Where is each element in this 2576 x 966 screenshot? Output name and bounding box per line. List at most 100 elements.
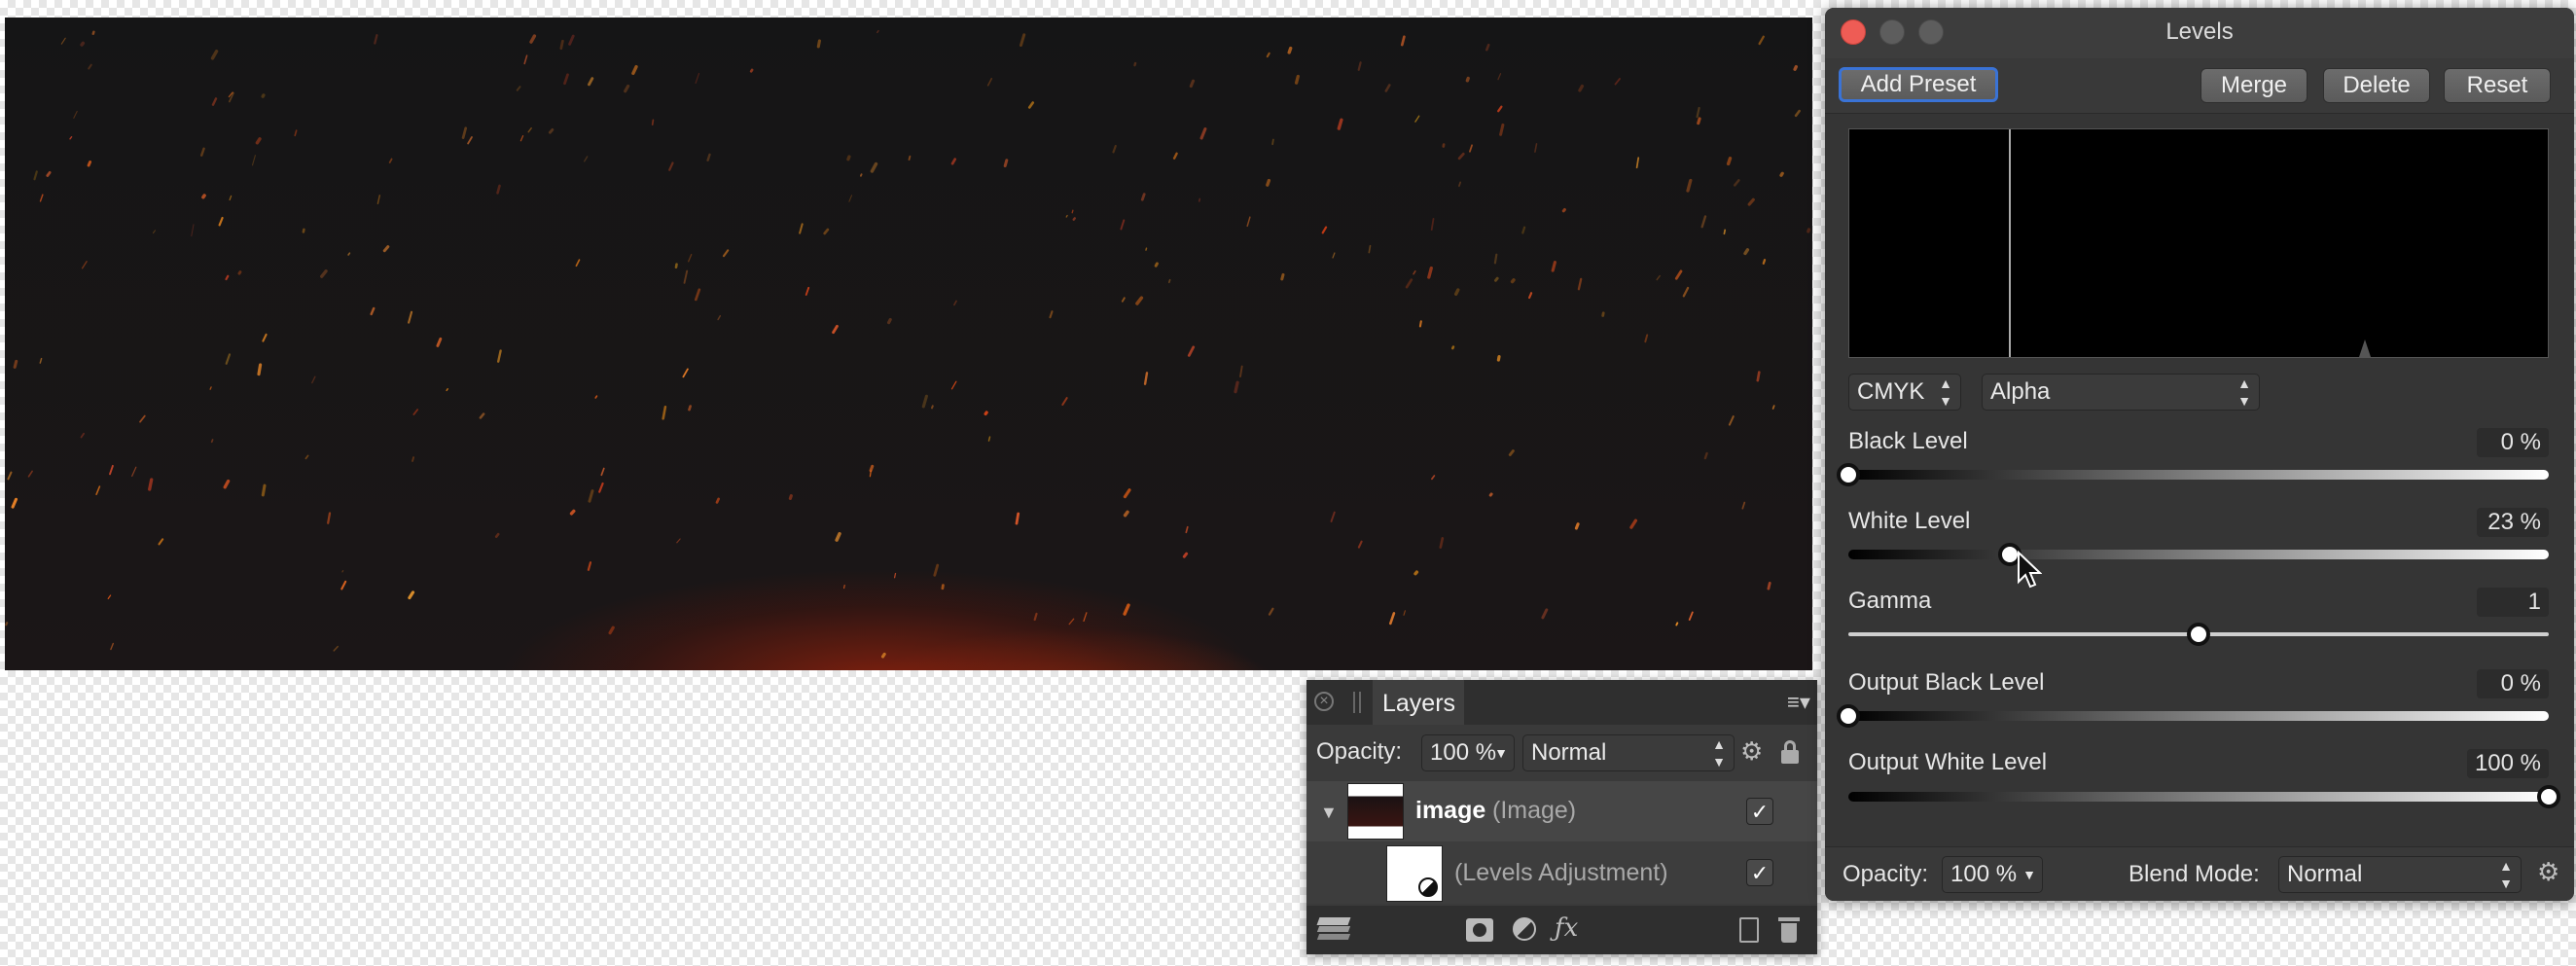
gamma-thumb[interactable] xyxy=(2187,623,2210,646)
spark xyxy=(109,464,114,476)
black-level-value[interactable]: 0 % xyxy=(2477,428,2549,457)
black-level-slider[interactable] xyxy=(1837,463,2549,486)
layer-type: (Levels Adjustment) xyxy=(1454,859,1668,886)
layer-row-image[interactable]: ▼ image (Image) ✓ xyxy=(1306,781,1817,841)
spark xyxy=(81,260,88,269)
spark xyxy=(27,470,33,478)
spark xyxy=(1497,73,1502,81)
channel-select[interactable]: Alpha ▲ ▼ xyxy=(1982,374,2260,411)
new-document-icon[interactable] xyxy=(1739,917,1759,943)
grip-icon[interactable] xyxy=(1353,692,1361,713)
spark xyxy=(1061,397,1068,406)
spark xyxy=(261,483,267,497)
trash-icon[interactable] xyxy=(1778,917,1800,943)
blend-mode-select[interactable]: Normal ▲ ▼ xyxy=(2278,856,2522,893)
spark xyxy=(1049,310,1054,319)
spark xyxy=(568,34,575,46)
opacity-field[interactable]: 100 % ▼ xyxy=(1942,856,2043,893)
output-black-level-value[interactable]: 0 % xyxy=(2477,669,2549,698)
spark xyxy=(11,497,18,509)
spark xyxy=(1003,159,1009,167)
output-white-level-thumb[interactable] xyxy=(2537,785,2560,808)
mask-icon[interactable] xyxy=(1466,918,1493,942)
histogram xyxy=(1848,128,2549,358)
colour-space-select[interactable]: CMYK ▲ ▼ xyxy=(1848,374,1961,411)
spark xyxy=(1403,610,1406,616)
spark xyxy=(73,110,78,119)
spark xyxy=(1027,101,1035,109)
spark xyxy=(311,376,316,384)
spark xyxy=(1700,215,1707,229)
spark xyxy=(5,622,9,626)
layer-visibility-checkbox[interactable]: ✓ xyxy=(1746,798,1773,825)
output-black-level-thumb[interactable] xyxy=(1837,704,1860,728)
layers-bottom-toolbar: ƒx xyxy=(1306,906,1817,954)
spark xyxy=(788,494,793,500)
spark xyxy=(805,286,810,296)
spark xyxy=(158,538,164,546)
spark xyxy=(1413,570,1419,576)
gamma-value[interactable]: 1 xyxy=(2477,588,2549,617)
delete-button[interactable]: Delete xyxy=(2323,68,2430,103)
spark xyxy=(412,409,419,416)
blend-mode-select[interactable]: Normal ▲ ▼ xyxy=(1522,734,1735,771)
output-white-level-slider[interactable] xyxy=(1848,785,2560,808)
spark xyxy=(950,158,957,165)
opacity-field[interactable]: 100 % ▼ xyxy=(1421,734,1515,771)
spark xyxy=(1172,152,1178,160)
spark xyxy=(374,34,378,45)
spark xyxy=(201,194,206,199)
spark xyxy=(107,594,112,600)
spark xyxy=(257,363,263,376)
layer-visibility-checkbox[interactable]: ✓ xyxy=(1746,859,1773,886)
output-black-level-slider[interactable] xyxy=(1837,704,2549,728)
layers-icon[interactable] xyxy=(1316,917,1351,941)
spark xyxy=(1457,152,1465,161)
gamma-slider[interactable] xyxy=(1848,623,2549,646)
spark xyxy=(1686,178,1693,193)
spark xyxy=(320,269,328,278)
spark xyxy=(1400,35,1406,47)
layers-panel: × Layers ≡▾ Opacity: 100 % ▼ Normal ▲ ▼ ⚙… xyxy=(1306,680,1817,954)
spark xyxy=(436,337,443,347)
spark xyxy=(1510,278,1516,284)
add-preset-button[interactable]: Add Preset xyxy=(1839,67,1998,102)
reset-button[interactable]: Reset xyxy=(2444,68,2551,103)
tab-layers[interactable]: Layers xyxy=(1373,680,1464,725)
spark xyxy=(467,136,473,145)
white-level-label: White Level xyxy=(1848,508,1971,534)
spark xyxy=(110,642,115,651)
spark xyxy=(191,224,195,237)
spark xyxy=(694,288,701,302)
layer-row-levels-adjustment[interactable]: (Levels Adjustment) ✓ xyxy=(1306,841,1817,904)
menu-icon[interactable]: ≡▾ xyxy=(1787,690,1810,715)
gear-icon[interactable]: ⚙ xyxy=(2537,857,2559,887)
disclosure-triangle-icon[interactable]: ▼ xyxy=(1320,803,1338,823)
spark xyxy=(799,223,804,234)
spark xyxy=(1743,248,1750,256)
merge-button[interactable]: Merge xyxy=(2200,68,2308,103)
spark xyxy=(1187,345,1196,357)
close-icon[interactable]: × xyxy=(1314,692,1334,711)
spark xyxy=(382,245,390,253)
levels-footer: Opacity: 100 % ▼ Blend Mode: Normal ▲ ▼ ⚙ xyxy=(1825,846,2574,901)
lock-icon[interactable] xyxy=(1781,740,1799,764)
adjustment-icon[interactable] xyxy=(1513,917,1536,941)
spark xyxy=(1688,611,1694,621)
black-level-thumb[interactable] xyxy=(1837,463,1860,486)
white-level-value[interactable]: 23 % xyxy=(2477,508,2549,537)
canvas-image[interactable] xyxy=(5,18,1812,670)
fx-icon[interactable]: ƒx xyxy=(1555,913,1578,943)
spark xyxy=(1405,278,1413,289)
white-level-slider[interactable] xyxy=(1848,543,2549,566)
spark xyxy=(1384,84,1391,92)
gear-icon[interactable]: ⚙ xyxy=(1740,736,1763,767)
spark xyxy=(668,161,674,171)
levels-toolbar: Add Preset Merge Delete Reset xyxy=(1825,58,2574,114)
spark xyxy=(527,126,532,133)
histogram-peak xyxy=(2359,340,2371,357)
output-white-level-value[interactable]: 100 % xyxy=(2467,749,2549,778)
spark xyxy=(1499,123,1505,136)
spark xyxy=(341,570,344,573)
spark xyxy=(1135,296,1144,305)
